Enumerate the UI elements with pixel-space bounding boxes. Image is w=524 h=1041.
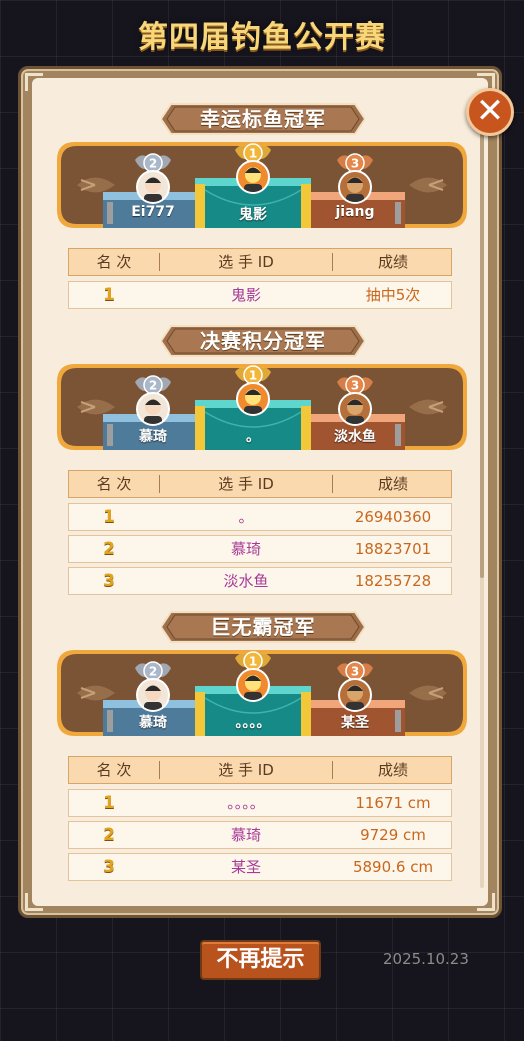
- player-cell: 淡水鱼: [223, 572, 269, 590]
- player-cell: 鬼影: [230, 286, 261, 304]
- player-header: 选 手 ID: [218, 475, 274, 493]
- second-place-name: 慕琦: [139, 429, 167, 445]
- page-title: 第四届钓鱼公开赛: [138, 20, 386, 55]
- first-place-name: 。: [246, 429, 260, 445]
- player-cell: 。。。。: [227, 794, 265, 812]
- date-label: 2025.10.23: [383, 950, 469, 968]
- player-header: 选 手 ID: [218, 253, 274, 271]
- rank-cell: 1: [103, 507, 115, 527]
- first-place-avatar: [236, 382, 270, 416]
- svg-text:3: 3: [351, 379, 359, 393]
- table-row: 3 某圣 5890.6 cm: [68, 853, 452, 881]
- rank-cell: 1: [103, 793, 115, 813]
- table-row: 1 。。。。 11671 cm: [68, 789, 452, 817]
- score-cell: 5890.6 cm: [352, 858, 434, 876]
- first-place-name: 。。。。: [235, 715, 271, 731]
- second-place-avatar: [136, 678, 170, 712]
- close-button[interactable]: ✕: [466, 88, 514, 136]
- first-place-avatar: [236, 160, 270, 194]
- award-section: 决赛积分冠军 2 1 3 慕琦 。 淡水鱼: [55, 322, 469, 452]
- table-row: 3 淡水鱼 18255728: [68, 567, 452, 595]
- svg-text:1: 1: [249, 369, 257, 383]
- results-table-header: 名 次 选 手 ID 成绩: [68, 248, 452, 276]
- dont-show-again-button[interactable]: 不再提示: [200, 940, 321, 980]
- svg-text:3: 3: [351, 157, 359, 171]
- rank-header: 名 次: [96, 475, 132, 493]
- second-place-name: 慕琦: [139, 715, 167, 731]
- award-title: 幸运标鱼冠军: [200, 107, 326, 131]
- first-place-avatar: [236, 668, 270, 702]
- results-table-header: 名 次 选 手 ID 成绩: [68, 470, 452, 498]
- table-row: 2 慕琦 9729 cm: [68, 821, 452, 849]
- award-section: 巨无霸冠军 2 1 3 慕琦 。。。。 某圣: [55, 608, 469, 738]
- podium: 2 1 3: [55, 648, 469, 738]
- svg-text:1: 1: [249, 655, 257, 669]
- second-place-name: Ei777: [131, 204, 175, 220]
- third-place-name: 淡水鱼: [334, 429, 376, 445]
- rank-cell: 1: [103, 285, 115, 305]
- table-row: 1 鬼影 抽中5次: [68, 281, 452, 309]
- table-row: 2 慕琦 18823701: [68, 535, 452, 563]
- score-cell: 18255728: [354, 572, 432, 590]
- score-cell: 18823701: [354, 540, 432, 558]
- table-row: 1 。 26940360: [68, 503, 452, 531]
- score-header: 成绩: [377, 475, 408, 493]
- player-header: 选 手 ID: [218, 761, 274, 779]
- player-cell: 。: [238, 508, 254, 526]
- third-place-avatar: [338, 170, 372, 204]
- award-banner: 幸运标鱼冠军: [161, 100, 365, 138]
- rank-header: 名 次: [96, 761, 132, 779]
- rank-cell: 2: [103, 825, 115, 845]
- award-banner: 巨无霸冠军: [161, 608, 365, 646]
- score-header: 成绩: [377, 761, 408, 779]
- svg-text:2: 2: [149, 379, 157, 393]
- close-icon[interactable]: ✕: [476, 91, 505, 131]
- first-place-name: 鬼影: [239, 207, 267, 223]
- player-cell: 慕琦: [230, 540, 261, 558]
- score-header: 成绩: [377, 253, 408, 271]
- rank-cell: 2: [103, 539, 115, 559]
- third-place-name: jiang: [335, 204, 375, 220]
- award-title: 巨无霸冠军: [210, 615, 316, 639]
- rank-cell: 3: [103, 571, 115, 591]
- svg-text:3: 3: [351, 665, 359, 679]
- second-place-avatar: [136, 170, 170, 204]
- second-place-avatar: [136, 392, 170, 426]
- podium: 2 1 3: [55, 362, 469, 452]
- svg-text:1: 1: [249, 147, 257, 161]
- award-banner: 决赛积分冠军: [161, 322, 365, 360]
- rank-header: 名 次: [96, 253, 132, 271]
- player-cell: 慕琦: [230, 826, 261, 844]
- score-cell: 9729 cm: [360, 826, 426, 844]
- third-place-avatar: [338, 392, 372, 426]
- svg-text:2: 2: [149, 665, 157, 679]
- award-title: 决赛积分冠军: [200, 329, 326, 353]
- svg-text:2: 2: [149, 157, 157, 171]
- player-cell: 某圣: [230, 858, 261, 876]
- score-cell: 抽中5次: [365, 286, 421, 304]
- third-place-avatar: [338, 678, 372, 712]
- rank-cell: 3: [103, 857, 115, 877]
- score-cell: 26940360: [354, 508, 432, 526]
- third-place-name: 某圣: [341, 715, 369, 731]
- results-table-header: 名 次 选 手 ID 成绩: [68, 756, 452, 784]
- podium: 2 1 3: [55, 140, 469, 230]
- score-cell: 11671 cm: [355, 794, 431, 812]
- award-section: 幸运标鱼冠军 2 1 3 Ei777 鬼影 jiang: [55, 100, 469, 230]
- scrollbar-thumb[interactable]: [480, 108, 484, 578]
